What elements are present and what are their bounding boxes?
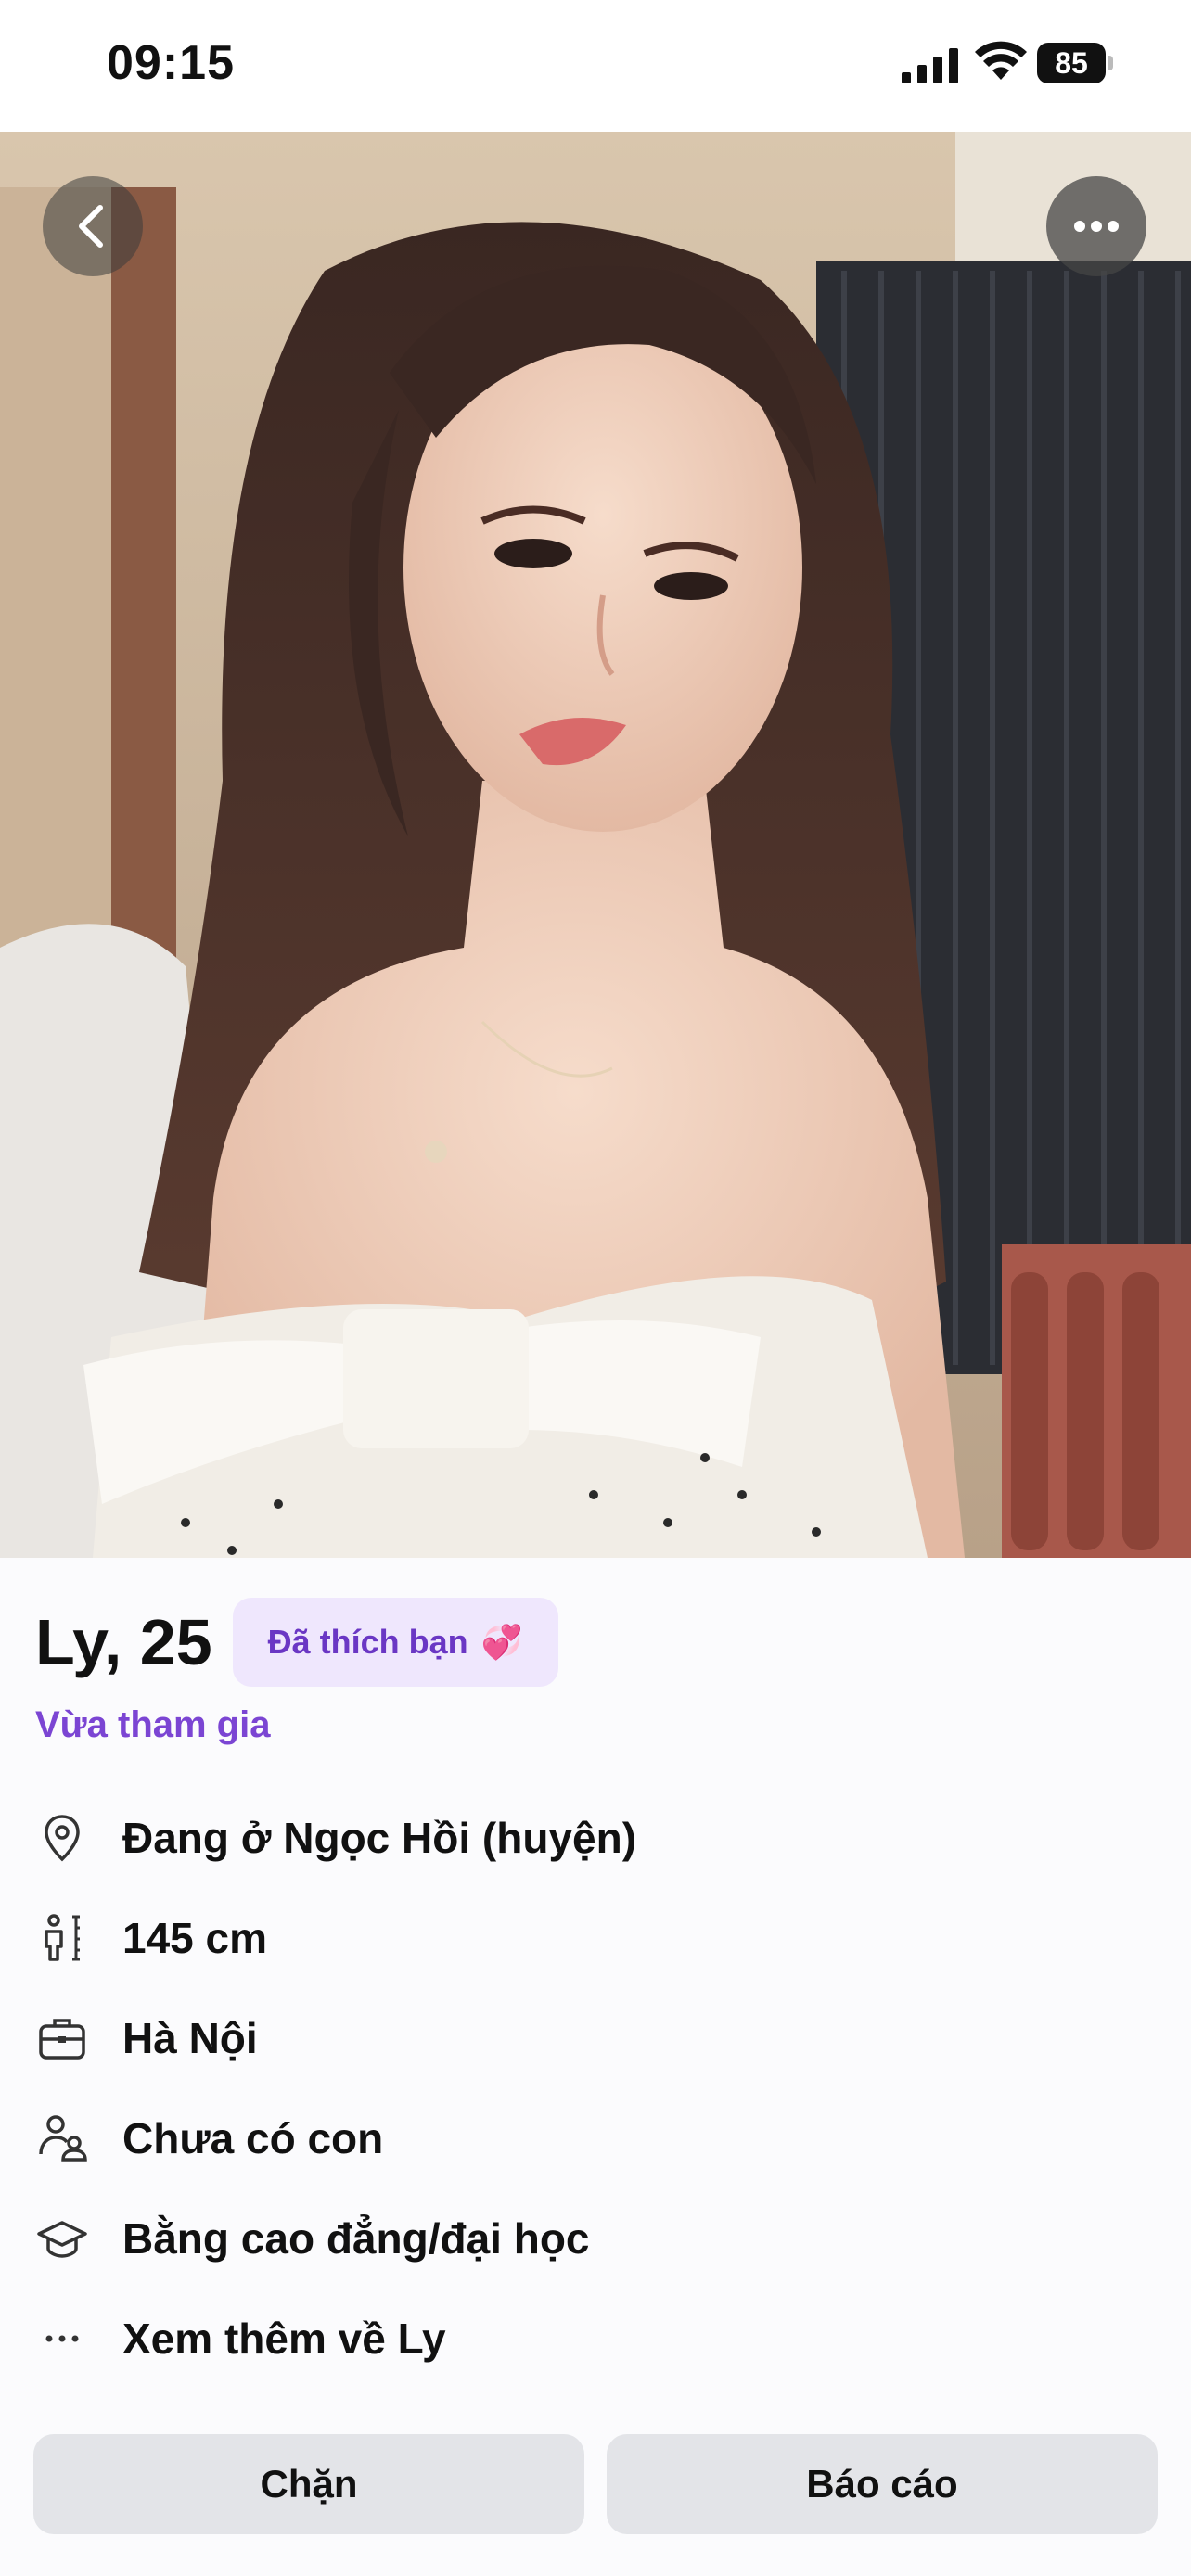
- detail-education: Bằng cao đẳng/đại học: [35, 2201, 590, 2276]
- status-time: 09:15: [107, 36, 235, 90]
- detail-text: Hà Nội: [122, 2014, 258, 2062]
- briefcase-icon: [39, 2019, 85, 2060]
- detail-height: 145 cm: [35, 1901, 267, 1975]
- detail-text: 145 cm: [122, 1914, 268, 1962]
- location-pin-icon: [45, 1815, 80, 1862]
- profile-name-age: Ly, 25: [35, 1606, 212, 1678]
- report-button[interactable]: Báo cáo: [607, 2434, 1158, 2534]
- detail-location: Đang ở Ngọc Hồi (huyện): [35, 1801, 636, 1875]
- liked-you-badge: Đã thích bạn 💞: [232, 1598, 558, 1687]
- liked-badge-label: Đã thích bạn: [267, 1623, 468, 1661]
- detail-work: Hà Nội: [35, 2001, 258, 2075]
- cellular-signal-icon: [902, 48, 958, 83]
- more-horizontal-icon: [1074, 221, 1119, 232]
- more-options-button[interactable]: [1046, 176, 1146, 276]
- see-more-link[interactable]: Xem thêm về Ly: [122, 2314, 446, 2364]
- more-dots-icon: [45, 2335, 79, 2342]
- back-button[interactable]: [43, 176, 143, 276]
- battery-icon: 85: [1037, 43, 1115, 83]
- joined-status: Vừa tham gia: [35, 1704, 271, 1745]
- chevron-left-icon: [79, 205, 103, 248]
- detail-children: Chưa có con: [35, 2101, 383, 2175]
- block-button[interactable]: Chặn: [33, 2434, 584, 2534]
- wifi-icon: [975, 41, 1027, 80]
- profile-header: Ly, 25 Đã thích bạn 💞: [35, 1597, 558, 1688]
- battery-level: 85: [1037, 43, 1106, 83]
- profile-photo[interactable]: [0, 132, 1191, 1558]
- status-bar: 09:15 85: [0, 0, 1191, 132]
- detail-text: Đang ở Ngọc Hồi (huyện): [122, 1814, 637, 1862]
- graduation-cap-icon: [37, 2221, 87, 2258]
- detail-text: Bằng cao đẳng/đại học: [122, 2214, 590, 2263]
- parent-child-icon: [39, 2115, 87, 2162]
- detail-text: Chưa có con: [122, 2114, 384, 2162]
- sparkling-heart-icon: 💞: [480, 1623, 523, 1661]
- see-more-row[interactable]: Xem thêm về Ly: [35, 2302, 446, 2376]
- height-icon: [45, 1914, 80, 1961]
